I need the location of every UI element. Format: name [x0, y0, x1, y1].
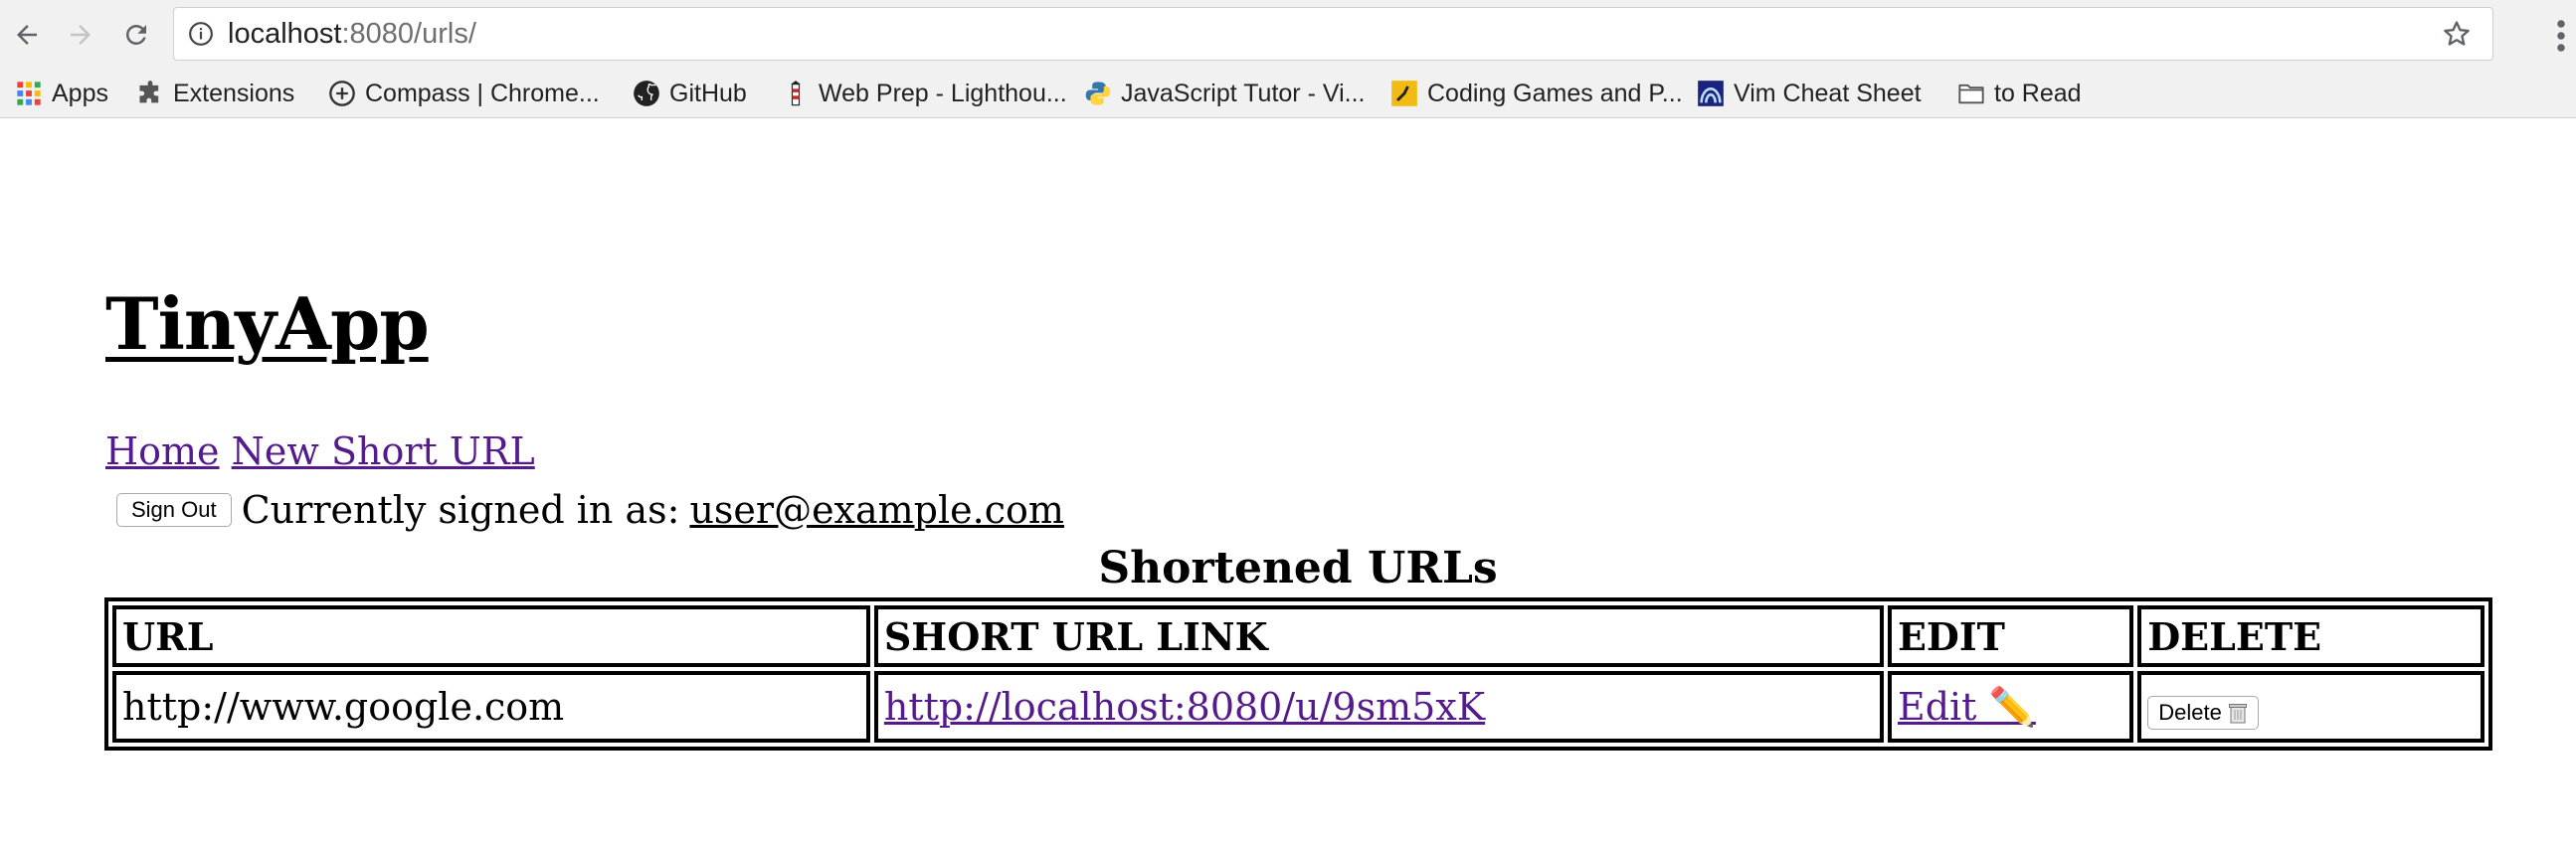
short-url-cell: http://localhost:8080/u/9sm5xK [873, 671, 1884, 743]
bookmark-label: Apps [52, 79, 108, 107]
lighthouse-icon [791, 81, 801, 106]
back-button[interactable] [6, 14, 48, 56]
bookmark-vim[interactable]: Vim Cheat Sheet [1697, 70, 1922, 117]
browser-menu-icon[interactable] [2553, 18, 2569, 54]
bookmark-label: JavaScript Tutor - Vi... [1121, 79, 1366, 107]
reload-button[interactable] [115, 14, 157, 56]
edit-link[interactable]: Edit ✏️ [1898, 685, 2036, 729]
bookmark-apps[interactable]: Apps [15, 70, 108, 117]
signed-in-label: Currently signed in as: [241, 488, 680, 532]
signed-in-email: user@example.com [689, 488, 1064, 532]
python-icon [1085, 82, 1111, 105]
column-header-url: URL [112, 605, 870, 667]
vim-icon [1698, 81, 1724, 106]
compass-icon [329, 81, 355, 106]
bookmarks-bar: Apps Extensions Compass | Chrome... GitH… [0, 70, 2576, 118]
bookmark-js-tutor[interactable]: JavaScript Tutor - Vi... [1084, 70, 1365, 117]
section-heading: Shortened URLs [1098, 543, 1498, 593]
bookmark-label: Web Prep - Lighthou... [819, 79, 1067, 107]
long-url-cell: http://www.google.com [112, 671, 870, 743]
bookmark-label: Coding Games and P... [1427, 79, 1683, 107]
url-text[interactable]: localhost:8080/urls/ [228, 8, 476, 60]
short-url-link[interactable]: http://localhost:8080/u/9sm5xK [884, 685, 1485, 729]
bookmark-compass[interactable]: Compass | Chrome... [328, 70, 600, 117]
url-host: localhost [228, 18, 342, 50]
bookmark-label: Extensions [173, 79, 295, 107]
page-title: TinyApp [105, 281, 430, 366]
home-link[interactable]: Home [105, 429, 220, 473]
sign-out-button[interactable]: Sign Out [116, 493, 232, 527]
apps-grid-icon [17, 82, 41, 105]
bookmark-star-icon[interactable] [2441, 18, 2473, 50]
edit-cell: Edit ✏️ [1887, 671, 2134, 743]
codingame-icon [1391, 81, 1417, 106]
bookmark-coding-games[interactable]: Coding Games and P... [1390, 70, 1683, 117]
back-arrow-icon [17, 25, 37, 45]
url-path: :8080/urls/ [341, 18, 476, 50]
bookmark-folder-to-read[interactable]: to Read [1957, 70, 2082, 117]
bookmark-lighthouse[interactable]: Web Prep - Lighthou... [782, 70, 1067, 117]
delete-button-label: Delete [2158, 699, 2222, 725]
auth-status: Sign Out Currently signed in as: user@ex… [116, 485, 1064, 535]
bookmark-label: Compass | Chrome... [365, 79, 600, 107]
bookmark-github[interactable]: GitHub [633, 70, 747, 117]
new-short-url-link[interactable]: New Short URL [232, 429, 535, 473]
column-header-delete: DELETE [2137, 605, 2484, 667]
delete-cell: Delete [2137, 671, 2484, 743]
bookmark-extensions[interactable]: Extensions [136, 70, 294, 117]
column-header-edit: EDIT [1887, 605, 2134, 667]
forward-button[interactable] [60, 14, 101, 56]
bookmark-label: to Read [1994, 79, 2082, 107]
table-row: http://www.google.com http://localhost:8… [112, 671, 2484, 743]
column-header-short-url: SHORT URL LINK [873, 605, 1884, 667]
address-bar[interactable]: localhost:8080/urls/ [173, 7, 2493, 61]
reload-icon [125, 24, 146, 45]
trash-icon [2228, 703, 2247, 723]
puzzle-icon [139, 81, 159, 103]
delete-button[interactable]: Delete [2147, 695, 2259, 730]
urls-table: URL SHORT URL LINK EDIT DELETE http://ww… [104, 597, 2492, 751]
site-nav: Home New Short URL [105, 429, 535, 473]
browser-toolbar: localhost:8080/urls/ [0, 0, 2576, 70]
forward-arrow-icon [71, 25, 91, 45]
folder-icon [1958, 84, 1984, 104]
table-header-row: URL SHORT URL LINK EDIT DELETE [112, 605, 2484, 667]
github-icon [634, 81, 659, 106]
bookmark-label: GitHub [669, 79, 747, 107]
bookmark-label: Vim Cheat Sheet [1734, 79, 1922, 107]
info-icon[interactable] [188, 21, 214, 47]
